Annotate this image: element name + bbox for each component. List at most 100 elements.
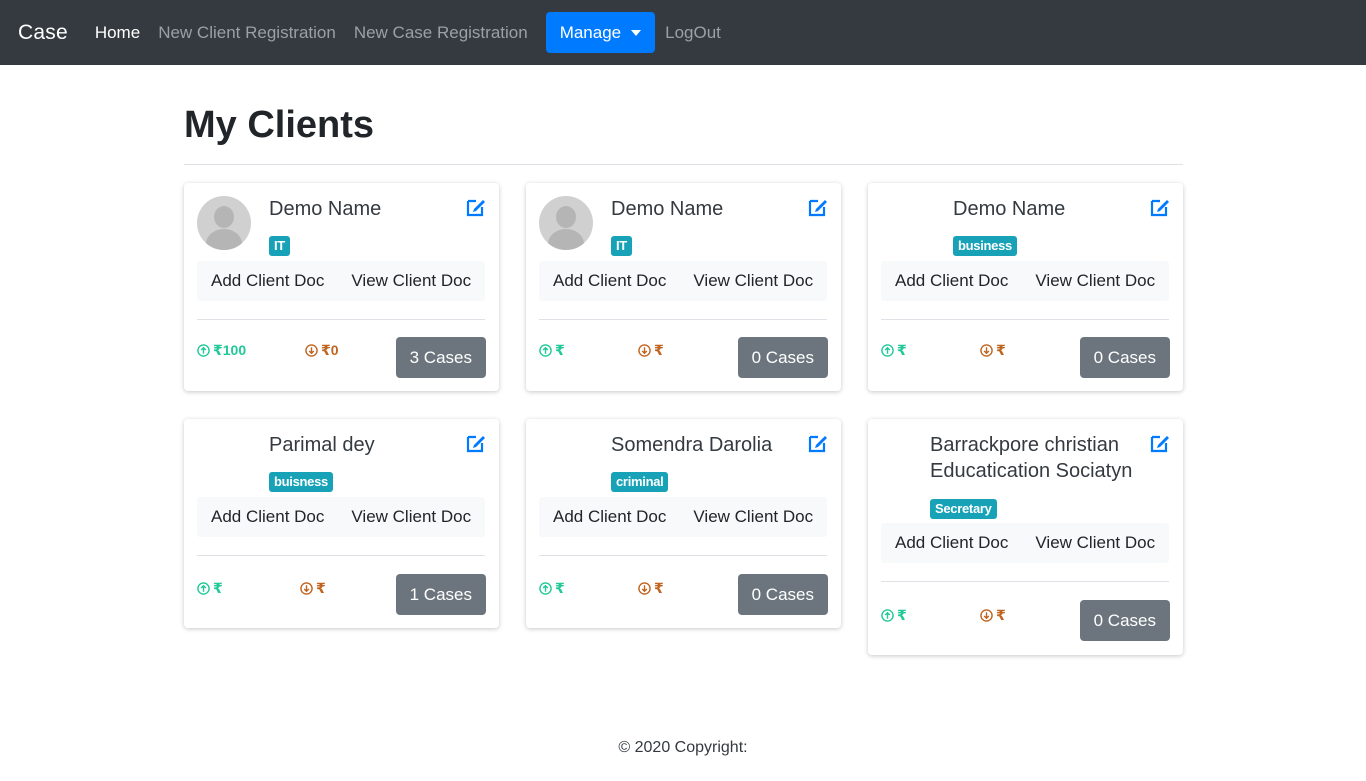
edit-icon[interactable] xyxy=(466,433,486,453)
expense-value: ₹ xyxy=(996,342,1006,358)
expense-amount: ₹ xyxy=(638,580,664,597)
arrow-down-circle-icon xyxy=(638,582,651,595)
arrow-down-circle-icon xyxy=(980,609,993,622)
client-name: Somendra Darolia xyxy=(611,434,773,456)
doc-actions: Add Client Doc View Client Doc xyxy=(539,261,827,301)
income-value: ₹ xyxy=(213,580,223,596)
expense-value: ₹0 xyxy=(321,342,339,358)
cases-button[interactable]: 3 Cases xyxy=(395,337,486,378)
client-tag: criminal xyxy=(611,472,669,492)
view-client-doc-button[interactable]: View Client Doc xyxy=(351,507,471,527)
income-amount: ₹ xyxy=(539,342,565,359)
add-client-doc-button[interactable]: Add Client Doc xyxy=(895,271,1008,291)
client-name: Demo Name xyxy=(269,198,382,220)
income-amount: ₹ xyxy=(197,580,223,597)
cases-button[interactable]: 0 Cases xyxy=(737,337,828,378)
cases-button[interactable]: 0 Cases xyxy=(1079,600,1170,641)
arrow-up-circle-icon xyxy=(197,344,210,357)
income-amount: ₹ xyxy=(881,607,907,624)
arrow-up-circle-icon xyxy=(539,582,552,595)
top-navbar: Case Home New Client Registration New Ca… xyxy=(0,0,1366,65)
main-container: My Clients xyxy=(184,65,1183,165)
footer-copyright: © 2020 Copyright: xyxy=(618,739,748,756)
client-card: Somendra Darolia criminal Add Client Doc… xyxy=(526,419,841,628)
client-card: Demo Name business Add Client Doc View C… xyxy=(868,183,1183,391)
edit-icon[interactable] xyxy=(466,197,486,217)
nav-logout[interactable]: LogOut xyxy=(665,23,721,43)
manage-label: Manage xyxy=(559,22,622,42)
edit-icon[interactable] xyxy=(808,433,828,453)
card-divider xyxy=(881,581,1169,582)
arrow-down-circle-icon xyxy=(300,582,313,595)
avatar-placeholder xyxy=(197,196,251,250)
client-tag: buisness xyxy=(269,472,333,492)
client-tag: IT xyxy=(611,236,632,256)
manage-dropdown-button[interactable]: Manage xyxy=(545,12,656,53)
add-client-doc-button[interactable]: Add Client Doc xyxy=(211,507,324,527)
add-client-doc-button[interactable]: Add Client Doc xyxy=(553,507,666,527)
add-client-doc-button[interactable]: Add Client Doc xyxy=(895,533,1008,553)
expense-amount: ₹ xyxy=(980,342,1006,359)
expense-amount: ₹ xyxy=(300,580,326,597)
arrow-up-circle-icon xyxy=(881,344,894,357)
doc-actions: Add Client Doc View Client Doc xyxy=(881,523,1169,563)
expense-value: ₹ xyxy=(316,580,326,596)
expense-amount: ₹ xyxy=(980,607,1006,624)
view-client-doc-button[interactable]: View Client Doc xyxy=(693,507,813,527)
income-value: ₹ xyxy=(555,342,565,358)
edit-icon[interactable] xyxy=(1150,433,1170,453)
client-name: Demo Name xyxy=(953,198,1066,220)
expense-value: ₹ xyxy=(654,580,664,596)
cases-button[interactable]: 0 Cases xyxy=(737,574,828,615)
expense-amount: ₹0 xyxy=(305,342,339,359)
arrow-up-circle-icon xyxy=(539,344,552,357)
add-client-doc-button[interactable]: Add Client Doc xyxy=(553,271,666,291)
doc-actions: Add Client Doc View Client Doc xyxy=(539,497,827,537)
client-card: Barrackpore christian Educatication Soci… xyxy=(868,419,1183,655)
card-divider xyxy=(539,319,827,320)
add-client-doc-button[interactable]: Add Client Doc xyxy=(211,271,324,291)
arrow-down-circle-icon xyxy=(980,344,993,357)
client-tag: business xyxy=(953,236,1017,256)
doc-actions: Add Client Doc View Client Doc xyxy=(197,497,485,537)
cases-button[interactable]: 1 Cases xyxy=(395,574,486,615)
card-divider xyxy=(881,319,1169,320)
view-client-doc-button[interactable]: View Client Doc xyxy=(351,271,471,291)
income-value: ₹ xyxy=(897,607,907,623)
client-tag: Secretary xyxy=(930,499,997,519)
arrow-up-circle-icon xyxy=(197,582,210,595)
arrow-down-circle-icon xyxy=(638,344,651,357)
income-amount: ₹100 xyxy=(197,342,246,359)
expense-value: ₹ xyxy=(996,607,1006,623)
view-client-doc-button[interactable]: View Client Doc xyxy=(1035,533,1155,553)
client-name: Barrackpore christian Educatication Soci… xyxy=(930,434,1133,482)
nav-new-case-registration[interactable]: New Case Registration xyxy=(354,23,528,43)
caret-down-icon xyxy=(631,29,642,36)
expense-value: ₹ xyxy=(654,342,664,358)
view-client-doc-button[interactable]: View Client Doc xyxy=(1035,271,1155,291)
client-name: Parimal dey xyxy=(269,434,375,456)
nav-home[interactable]: Home xyxy=(95,23,140,43)
card-divider xyxy=(197,555,485,556)
title-divider xyxy=(184,164,1183,165)
view-client-doc-button[interactable]: View Client Doc xyxy=(693,271,813,291)
client-card: Demo Name IT Add Client Doc View Client … xyxy=(184,183,499,391)
edit-icon[interactable] xyxy=(1150,197,1170,217)
income-value: ₹100 xyxy=(213,342,247,358)
cases-button[interactable]: 0 Cases xyxy=(1079,337,1170,378)
client-name: Demo Name xyxy=(611,198,724,220)
client-card: Demo Name IT Add Client Doc View Client … xyxy=(526,183,841,391)
income-amount: ₹ xyxy=(881,342,907,359)
income-value: ₹ xyxy=(897,342,907,358)
edit-icon[interactable] xyxy=(808,197,828,217)
card-divider xyxy=(539,555,827,556)
nav-new-client-registration[interactable]: New Client Registration xyxy=(158,23,336,43)
brand-logo[interactable]: Case xyxy=(18,21,68,45)
doc-actions: Add Client Doc View Client Doc xyxy=(881,261,1169,301)
page-title: My Clients xyxy=(184,104,375,146)
arrow-down-circle-icon xyxy=(305,344,318,357)
client-tag: IT xyxy=(269,236,290,256)
doc-actions: Add Client Doc View Client Doc xyxy=(197,261,485,301)
card-divider xyxy=(197,319,485,320)
arrow-up-circle-icon xyxy=(881,609,894,622)
